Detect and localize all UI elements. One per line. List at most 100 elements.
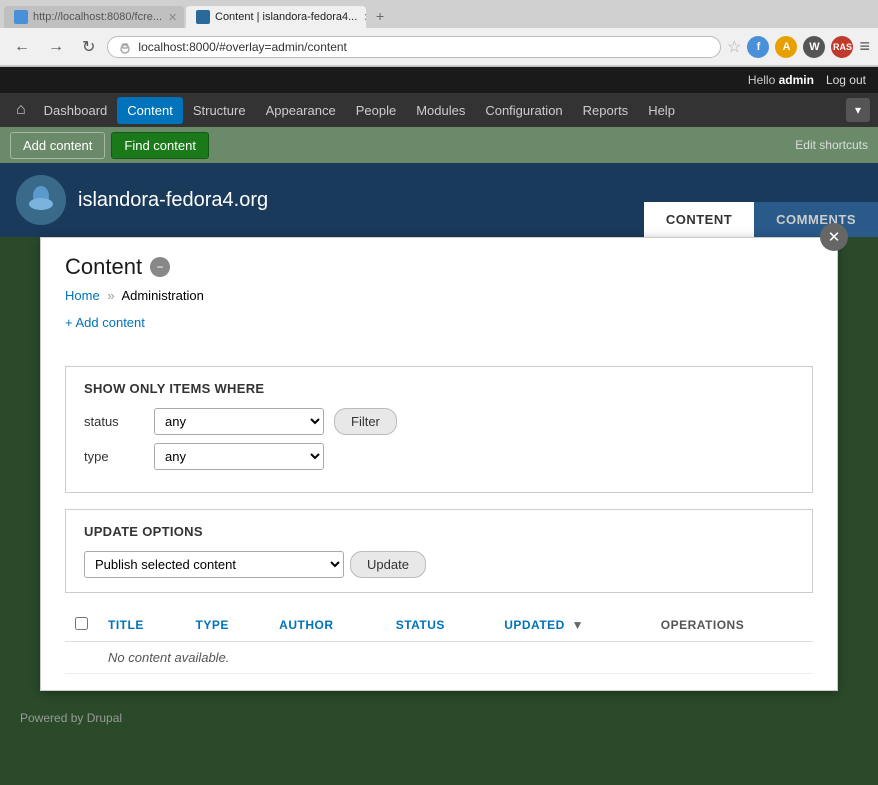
nav-dropdown-icon: ▾ [855, 103, 861, 117]
address-bar[interactable]: localhost:8000/#overlay=admin/content [107, 36, 721, 58]
table-empty-row: No content available. [65, 642, 813, 674]
powered-by-text: Powered by Drupal [20, 711, 122, 725]
filter-status-row: status any published not published Filte… [84, 408, 794, 435]
tab-label-1: http://localhost:8080/fcre... [33, 11, 162, 23]
col-title[interactable]: TITLE [98, 609, 186, 642]
hello-text: Hello admin [748, 73, 814, 87]
overlay-container: ✕ Content − Home » Administration + Add … [0, 237, 878, 691]
browser-menu-button[interactable]: ≡ [859, 36, 870, 57]
page-title-row: Content − [65, 254, 813, 280]
nav-item-content[interactable]: Content [117, 97, 183, 124]
add-content-button[interactable]: Add content [10, 132, 105, 159]
page-title: Content [65, 254, 142, 280]
nav-item-dashboard[interactable]: Dashboard [34, 97, 118, 124]
reload-button[interactable]: ↻ [76, 35, 101, 59]
col-status[interactable]: STATUS [386, 609, 495, 642]
logout-link[interactable]: Log out [826, 73, 866, 87]
tab-favicon-1 [14, 10, 28, 24]
col-updated-link[interactable]: UPDATED [504, 618, 565, 632]
breadcrumb-admin: Administration [121, 288, 203, 303]
browser-tabs: http://localhost:8080/fcre... ✕ Content … [0, 0, 878, 28]
breadcrumb-separator: » [107, 288, 114, 303]
overlay-content: Content − Home » Administration + Add co… [41, 238, 837, 690]
update-action-select[interactable]: Publish selected content Unpublish selec… [84, 551, 344, 578]
close-overlay-button[interactable]: ✕ [820, 223, 848, 251]
add-content-link-area: + Add content [65, 315, 813, 348]
col-checkbox [65, 609, 98, 642]
col-author-link[interactable]: AUTHOR [279, 618, 333, 632]
col-title-link[interactable]: TITLE [108, 618, 144, 632]
tab-comments[interactable]: COMMENTS [754, 202, 878, 237]
browser-toolbar: ← → ↻ localhost:8000/#overlay=admin/cont… [0, 28, 878, 66]
filter-type-row: type any [84, 443, 794, 470]
tab-favicon-2 [196, 10, 210, 24]
col-type-link[interactable]: TYPE [196, 618, 229, 632]
col-operations: OPERATIONS [651, 609, 813, 642]
update-button[interactable]: Update [350, 551, 426, 578]
site-title-area: islandora-fedora4.org [78, 189, 268, 212]
page-background: islandora-fedora4.org CONTENT COMMENTS ✕… [0, 163, 878, 785]
browser-chrome: http://localhost:8080/fcre... ✕ Content … [0, 0, 878, 67]
bookmark-button[interactable]: ☆ [727, 37, 741, 57]
type-select[interactable]: any [154, 443, 324, 470]
sort-arrow-icon: ▼ [572, 618, 584, 632]
edit-shortcuts-link[interactable]: Edit shortcuts [795, 138, 868, 152]
ext-button-4[interactable]: RAS [831, 36, 853, 58]
ext-button-3[interactable]: W [803, 36, 825, 58]
breadcrumb-home[interactable]: Home [65, 288, 100, 303]
update-section-title: UPDATE OPTIONS [84, 524, 794, 539]
ext-button-2[interactable]: A [775, 36, 797, 58]
col-status-link[interactable]: STATUS [396, 618, 445, 632]
page-title-info-button[interactable]: − [150, 257, 170, 277]
browser-tab-1[interactable]: http://localhost:8080/fcre... ✕ [4, 6, 184, 28]
select-all-checkbox[interactable] [75, 617, 88, 630]
nav-item-structure[interactable]: Structure [183, 97, 256, 124]
no-content-message: No content available. [98, 642, 813, 674]
filter-button[interactable]: Filter [334, 408, 397, 435]
table-header: TITLE TYPE AUTHOR STATUS [65, 609, 813, 642]
tab-close-2[interactable]: ✕ [363, 11, 366, 24]
drupal-secondary-bar: Add content Find content Edit shortcuts [0, 127, 878, 163]
tab-content[interactable]: CONTENT [644, 202, 754, 237]
nav-item-modules[interactable]: Modules [406, 97, 475, 124]
nav-item-help[interactable]: Help [638, 97, 685, 124]
lock-icon [118, 40, 132, 54]
nav-item-reports[interactable]: Reports [573, 97, 639, 124]
type-label: type [84, 449, 144, 464]
add-content-link[interactable]: + Add content [65, 315, 145, 330]
home-nav-icon[interactable]: ⌂ [8, 95, 34, 125]
drupal-nav: ⌂ Dashboard Content Structure Appearance… [0, 93, 878, 127]
back-button[interactable]: ← [8, 36, 36, 58]
content-table: TITLE TYPE AUTHOR STATUS [65, 609, 813, 674]
col-updated[interactable]: UPDATED ▼ [494, 609, 651, 642]
site-logo [16, 175, 66, 225]
filter-section: SHOW ONLY ITEMS WHERE status any publish… [65, 366, 813, 493]
tab-label-2: Content | islandora-fedora4... [215, 11, 357, 23]
close-overlay-area: ✕ [820, 223, 848, 251]
update-section: UPDATE OPTIONS Publish selected content … [65, 509, 813, 593]
ext-button-1[interactable]: f [747, 36, 769, 58]
nav-item-people[interactable]: People [346, 97, 406, 124]
site-header: islandora-fedora4.org CONTENT COMMENTS [0, 163, 878, 237]
nav-item-appearance[interactable]: Appearance [256, 97, 346, 124]
overlay-panel: Content − Home » Administration + Add co… [40, 237, 838, 691]
site-header-left: islandora-fedora4.org [0, 163, 644, 237]
forward-button[interactable]: → [42, 36, 70, 58]
browser-tab-2[interactable]: Content | islandora-fedora4... ✕ [186, 6, 366, 28]
site-title: islandora-fedora4.org [78, 189, 268, 212]
new-tab-button[interactable]: + [368, 4, 392, 28]
nav-dropdown-button[interactable]: ▾ [846, 98, 870, 122]
address-text: localhost:8000/#overlay=admin/content [138, 40, 346, 54]
col-type[interactable]: TYPE [186, 609, 270, 642]
find-content-button[interactable]: Find content [111, 132, 209, 159]
col-author[interactable]: AUTHOR [269, 609, 386, 642]
status-label: status [84, 414, 144, 429]
status-select[interactable]: any published not published [154, 408, 324, 435]
username: admin [779, 73, 814, 87]
nav-item-configuration[interactable]: Configuration [475, 97, 572, 124]
table-body: No content available. [65, 642, 813, 674]
drupal-top-bar: Hello admin Log out [0, 67, 878, 93]
filter-section-title: SHOW ONLY ITEMS WHERE [84, 381, 794, 396]
tab-close-1[interactable]: ✕ [168, 11, 177, 24]
update-row: Publish selected content Unpublish selec… [84, 551, 794, 578]
